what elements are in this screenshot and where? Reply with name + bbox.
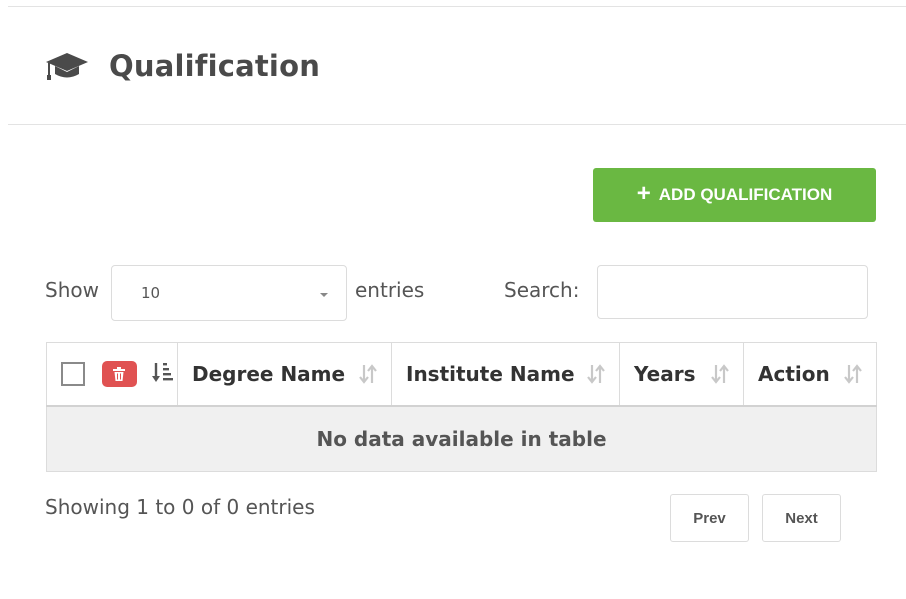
plus-icon: +: [636, 179, 651, 207]
bulk-delete-button[interactable]: [101, 361, 137, 387]
column-header-years[interactable]: Years: [619, 342, 744, 407]
sort-icon: [709, 363, 731, 385]
page-header: Qualification: [45, 44, 320, 88]
column-label-action: Action: [758, 362, 830, 386]
table-row: No data available in table: [46, 405, 877, 472]
sort-amount-icon[interactable]: [151, 361, 174, 388]
prev-page-button[interactable]: Prev: [670, 494, 749, 542]
select-all-checkbox[interactable]: [61, 362, 85, 386]
empty-table-message: No data available in table: [46, 405, 877, 472]
table-info: Showing 1 to 0 of 0 entries: [45, 495, 315, 519]
page-title: Qualification: [109, 49, 321, 83]
top-divider: [8, 6, 906, 7]
search-label: Search:: [504, 278, 580, 302]
qualification-table: Degree Name Institute Name Years Action: [46, 342, 877, 472]
search-input[interactable]: [597, 265, 868, 319]
trash-icon: [113, 367, 126, 381]
header-divider: [8, 124, 906, 125]
column-header-action[interactable]: Action: [743, 342, 877, 407]
column-header-institute-name[interactable]: Institute Name: [391, 342, 620, 407]
select-column-header: [46, 342, 178, 407]
table-header-row: Degree Name Institute Name Years Action: [46, 342, 877, 407]
graduation-cap-icon: [45, 51, 89, 81]
column-label-institute-name: Institute Name: [406, 362, 575, 386]
show-label: Show: [45, 278, 99, 302]
column-header-degree-name[interactable]: Degree Name: [177, 342, 392, 407]
entries-label: entries: [355, 278, 425, 302]
add-qualification-label: ADD QUALIFICATION: [658, 185, 833, 204]
chevron-down-icon: [320, 293, 328, 297]
sort-icon: [585, 363, 607, 385]
entries-per-page-value: 10: [141, 284, 161, 302]
column-label-years: Years: [634, 362, 696, 386]
column-label-degree-name: Degree Name: [192, 362, 346, 386]
next-page-button[interactable]: Next: [762, 494, 841, 542]
sort-icon: [357, 363, 379, 385]
sort-icon: [842, 363, 864, 385]
entries-per-page-select[interactable]: 10: [111, 265, 347, 321]
add-qualification-button[interactable]: + ADD QUALIFICATION: [593, 168, 876, 222]
